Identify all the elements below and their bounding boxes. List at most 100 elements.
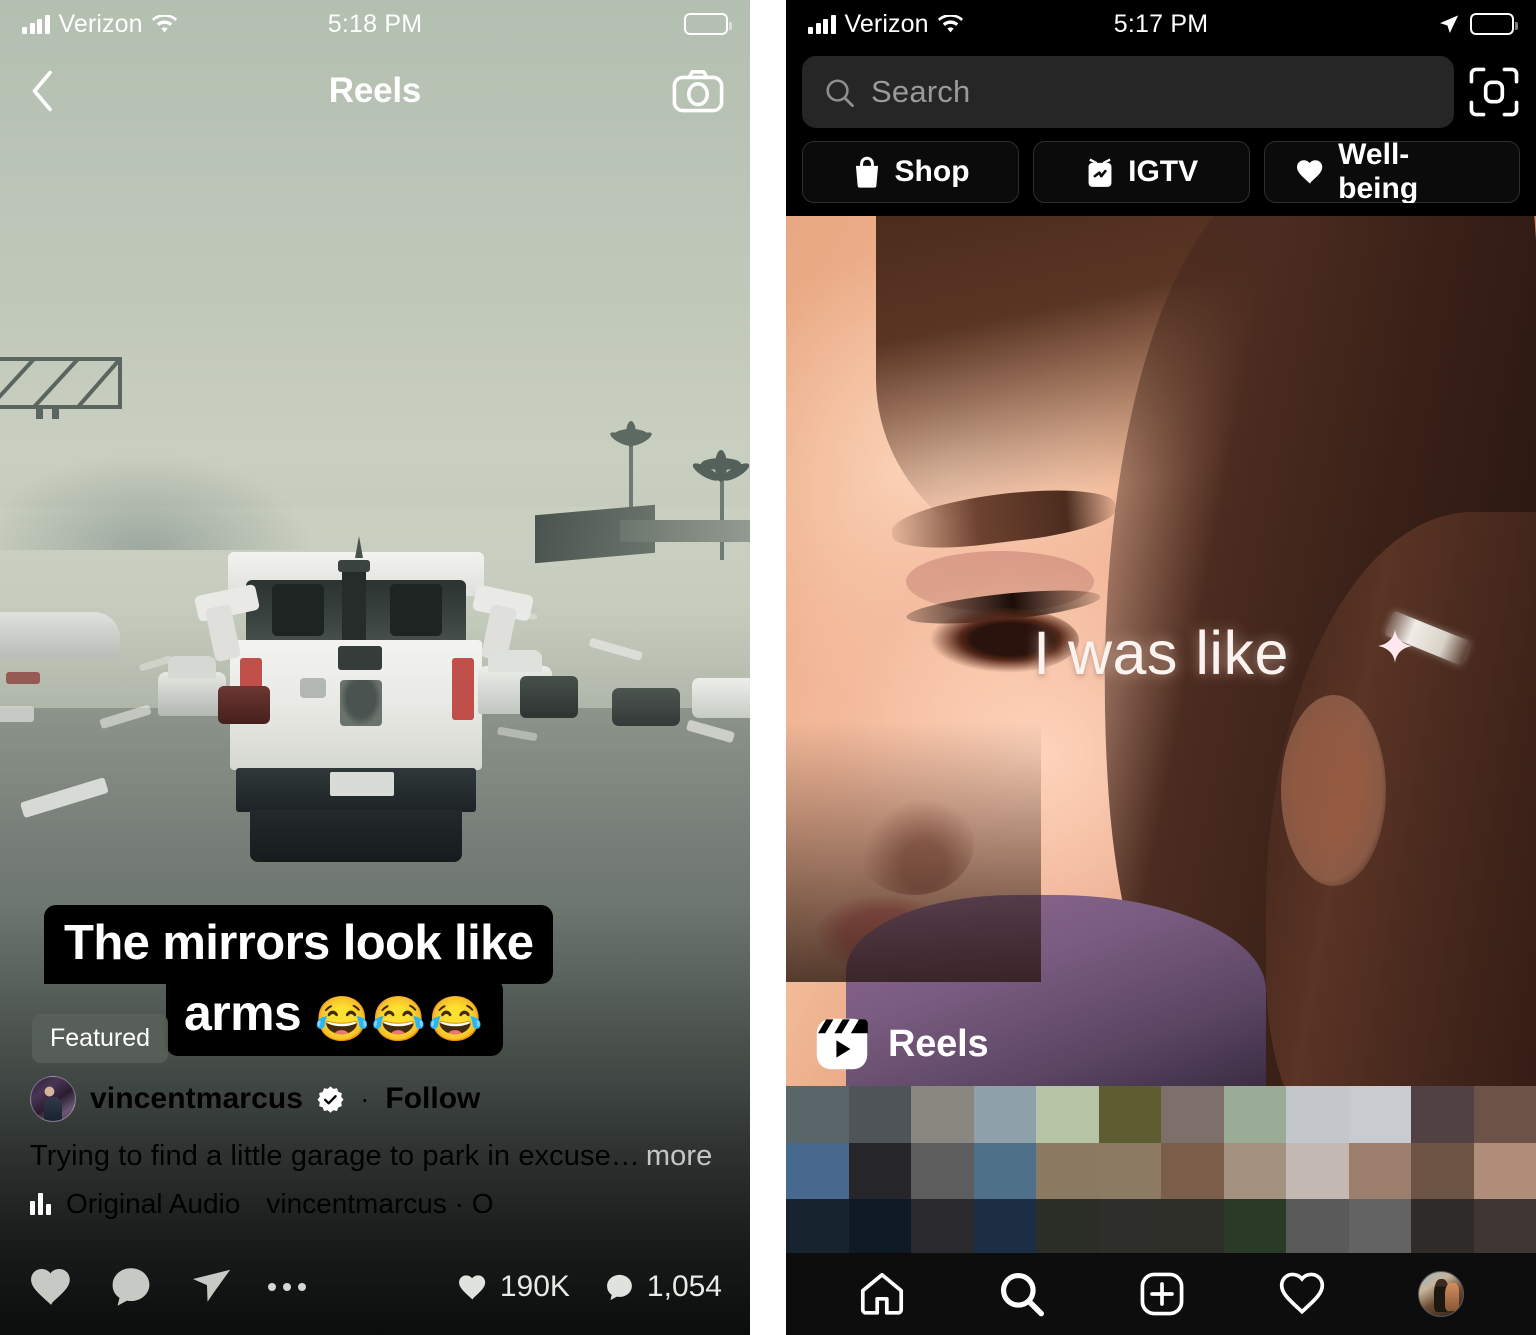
chevron-left-icon[interactable] (26, 68, 60, 114)
reel-action-bar: 190K 1,054 (0, 1252, 750, 1322)
avatar[interactable] (30, 1076, 76, 1122)
featured-badge: Featured (32, 1014, 169, 1063)
vehicle (612, 688, 680, 726)
reels-clapper-icon (816, 1018, 868, 1070)
explore-header: Shop IGTV Well-being (786, 48, 1536, 215)
ellipsis-icon[interactable] (268, 1277, 314, 1297)
audio-waveform-icon (30, 1193, 54, 1215)
right-phone-explore-page: Verizon 5:17 PM Search Shop IGTV Well-be… (786, 0, 1536, 1335)
search-bar[interactable] (802, 56, 1454, 128)
author-separator: · (360, 1083, 370, 1114)
battery-icon (1470, 13, 1518, 35)
scan-code-icon[interactable] (1468, 66, 1520, 118)
search-input[interactable] (871, 74, 1432, 110)
caption-more-button[interactable]: more (646, 1140, 712, 1172)
search-row (802, 56, 1520, 128)
mosaic-tile (1098, 1086, 1161, 1143)
mosaic-tile (911, 1142, 974, 1200)
distant-hills (0, 455, 310, 550)
audio-author: vincentmarcus · O (266, 1188, 494, 1219)
chip-shop-label: Shop (894, 155, 970, 188)
headrest (272, 584, 324, 636)
author-username[interactable]: vincentmarcus (90, 1082, 303, 1116)
chip-igtv-label: IGTV (1128, 155, 1199, 188)
signal-bars-icon (808, 14, 836, 34)
reels-nav-bar: Reels (0, 56, 750, 126)
like-count-label: 190K (499, 1270, 570, 1303)
reel-video-background (0, 0, 750, 1335)
comment-count-label: 1,054 (646, 1270, 722, 1303)
reel-caption-text: Trying to find a little garage to park i… (30, 1140, 640, 1172)
license-plate (330, 772, 394, 796)
plus-square-icon[interactable] (1138, 1270, 1186, 1318)
reels-badge-label: Reels (888, 1022, 989, 1065)
headrest (390, 584, 442, 636)
mosaic-tile (848, 1086, 911, 1143)
palm-tree-icon (692, 450, 750, 560)
reel-author-row: vincentmarcus · Follow (30, 1076, 480, 1122)
highway-sign-gantry (0, 357, 122, 419)
category-chip-row: Shop IGTV Well-being (802, 141, 1520, 203)
audio-label: Original Audio (66, 1188, 241, 1219)
search-icon[interactable] (998, 1270, 1046, 1318)
mosaic-tile (1223, 1086, 1286, 1143)
vehicle (488, 650, 542, 672)
page-title: Reels (328, 71, 422, 110)
heart-icon[interactable] (28, 1264, 74, 1310)
mosaic-tile (786, 1142, 849, 1200)
status-right-group (684, 13, 732, 35)
wifi-icon (151, 14, 177, 32)
status-left-group: Verizon (808, 10, 963, 39)
mosaic-tile (1411, 1142, 1474, 1200)
sticker-line-2-text: arms (184, 985, 302, 1041)
mosaic-tile (1348, 1142, 1411, 1200)
reel-caption: Trying to find a little garage to park i… (30, 1140, 730, 1173)
mosaic-tile (1348, 1086, 1411, 1143)
ear (1281, 694, 1386, 886)
location-arrow-icon (1440, 15, 1459, 33)
paper-plane-icon[interactable] (188, 1264, 234, 1310)
reel-action-right-group: 190K 1,054 (457, 1270, 722, 1304)
chip-shop[interactable]: Shop (802, 141, 1020, 203)
mosaic-tile (1473, 1142, 1536, 1200)
chip-well-being[interactable]: Well-being (1264, 141, 1520, 203)
follow-button[interactable]: Follow (385, 1082, 480, 1116)
vehicle (520, 676, 578, 718)
heart-filled-icon (458, 1274, 486, 1300)
tail-light (452, 658, 474, 720)
video-overlay-caption: I was like (1033, 619, 1289, 687)
reel-audio-row[interactable]: Original Audio vincentmarcus · O (30, 1188, 494, 1220)
chip-well-being-label: Well-being (1338, 141, 1419, 203)
vehicle (692, 678, 750, 718)
comment-bubble-icon[interactable] (108, 1264, 154, 1310)
mosaic-tile (911, 1086, 974, 1143)
sticker-line-2: arms 😂😂😂 (166, 978, 503, 1056)
heart-icon[interactable] (1278, 1270, 1326, 1318)
left-status-bar: Verizon 5:18 PM (0, 0, 750, 48)
wifi-icon (937, 14, 963, 32)
tail-light (6, 672, 40, 684)
mosaic-tile (973, 1086, 1036, 1143)
like-count-group[interactable]: 190K (457, 1270, 570, 1304)
mosaic-tile (1348, 1199, 1411, 1256)
reels-badge: Reels (814, 1016, 989, 1072)
vehicle (218, 686, 270, 724)
mosaic-tile (786, 1086, 849, 1143)
mosaic-tile (1411, 1199, 1474, 1256)
carrier-label: Verizon (58, 9, 143, 38)
mosaic-tile (1473, 1199, 1536, 1256)
mosaic-tile (1036, 1086, 1099, 1143)
median-barrier (620, 520, 750, 542)
status-right-group (1438, 13, 1518, 35)
mosaic-tile (786, 1199, 849, 1256)
clock-label: 5:17 PM (1113, 9, 1209, 38)
camera-icon[interactable] (672, 69, 724, 113)
mosaic-tile (1223, 1142, 1286, 1200)
chip-igtv[interactable]: IGTV (1033, 141, 1251, 203)
neck-shadow (786, 720, 1041, 982)
home-icon[interactable] (858, 1270, 906, 1318)
mosaic-tile (1161, 1199, 1224, 1256)
profile-avatar[interactable] (1418, 1271, 1464, 1317)
vehicle-roof (0, 612, 120, 658)
comment-count-group[interactable]: 1,054 (604, 1270, 722, 1304)
